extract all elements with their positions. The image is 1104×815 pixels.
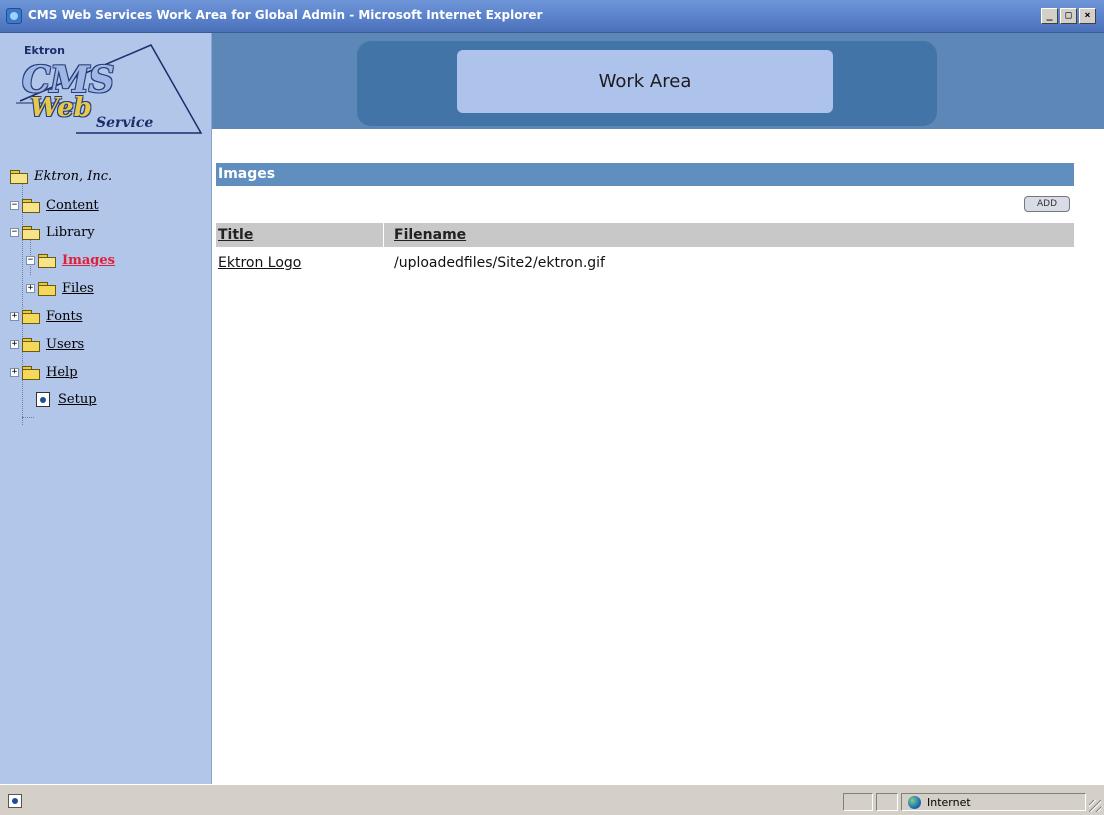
tree-item-images[interactable]: − Images xyxy=(26,251,115,269)
folder-open-icon xyxy=(10,169,28,184)
tree-item-fonts-link[interactable]: Fonts xyxy=(46,309,82,324)
tree-root-label: Ektron, Inc. xyxy=(34,168,113,184)
tree-item-content[interactable]: − Content xyxy=(10,196,99,214)
add-button[interactable]: ADD xyxy=(1024,196,1070,212)
tree-item-library[interactable]: − Library xyxy=(10,223,95,241)
status-bar: Internet xyxy=(0,784,1104,815)
tree-item-files[interactable]: + Files xyxy=(26,279,94,297)
collapse-icon[interactable]: − xyxy=(26,255,35,265)
folder-open-icon xyxy=(38,253,56,268)
tree-item-help-link[interactable]: Help xyxy=(46,365,78,380)
status-panel xyxy=(843,793,873,811)
tree-item-library-label: Library xyxy=(46,224,95,240)
page-status-icon xyxy=(8,794,22,808)
ie-icon[interactable] xyxy=(6,8,22,24)
collapse-icon[interactable]: − xyxy=(10,200,19,210)
window-controls: _ □ × xyxy=(1041,8,1096,24)
folder-open-icon xyxy=(22,198,40,213)
expand-icon[interactable]: + xyxy=(26,283,35,293)
left-nav-pane: Ektron CMS Web Service Ektron, Inc. − Co… xyxy=(0,33,212,784)
folder-icon xyxy=(22,309,40,324)
expand-icon[interactable]: + xyxy=(10,339,19,349)
tree-item-fonts[interactable]: + Fonts xyxy=(10,307,82,325)
window-title: CMS Web Services Work Area for Global Ad… xyxy=(28,8,543,22)
image-title-link[interactable]: Ektron Logo xyxy=(216,255,386,275)
tree-item-help[interactable]: + Help xyxy=(10,363,78,381)
tree-item-setup-link[interactable]: Setup xyxy=(58,392,97,407)
logo-service-text: Service xyxy=(96,115,154,131)
table-header: Title Filename xyxy=(216,223,1074,247)
logo-web-text: Web xyxy=(30,93,92,123)
globe-icon xyxy=(908,795,921,809)
table-row: Ektron Logo /uploadedfiles/Site2/ektron.… xyxy=(216,255,1074,275)
status-panel xyxy=(876,793,898,811)
column-header-filename[interactable]: Filename xyxy=(384,223,466,247)
folder-open-icon xyxy=(22,225,40,240)
minimize-button[interactable]: _ xyxy=(1041,8,1058,24)
tree-item-users[interactable]: + Users xyxy=(10,335,84,353)
column-header-title[interactable]: Title xyxy=(216,223,384,247)
resize-grip-icon[interactable] xyxy=(1089,800,1101,812)
tree-item-setup[interactable]: Setup xyxy=(36,390,97,408)
expand-icon[interactable]: + xyxy=(10,367,19,377)
cms-web-service-logo: Ektron CMS Web Service xyxy=(16,41,206,135)
folder-icon xyxy=(22,337,40,352)
section-title: Images xyxy=(216,163,1074,186)
page-title: Work Area xyxy=(457,50,833,113)
collapse-icon[interactable]: − xyxy=(10,227,19,237)
expand-icon[interactable]: + xyxy=(10,311,19,321)
tree-item-content-link[interactable]: Content xyxy=(46,198,99,213)
tree-item-users-link[interactable]: Users xyxy=(46,337,84,352)
maximize-button[interactable]: □ xyxy=(1060,8,1077,24)
tree-connector xyxy=(22,417,34,418)
window-title-bar: CMS Web Services Work Area for Global Ad… xyxy=(0,0,1104,33)
folder-icon xyxy=(38,281,56,296)
main-content: Images ADD Title Filename Ektron Logo /u… xyxy=(212,129,1104,784)
logo-ektron-text: Ektron xyxy=(24,44,65,57)
folder-icon xyxy=(22,365,40,380)
tree-connector xyxy=(22,177,23,425)
security-zone-label: Internet xyxy=(927,795,971,809)
image-filename: /uploadedfiles/Site2/ektron.gif xyxy=(394,255,605,271)
tree-item-images-link[interactable]: Images xyxy=(62,253,115,268)
header-banner: Work Area xyxy=(212,33,1104,129)
tree-root[interactable]: Ektron, Inc. xyxy=(10,167,112,185)
close-button[interactable]: × xyxy=(1079,8,1096,24)
setup-page-icon xyxy=(36,391,50,407)
tree-item-files-link[interactable]: Files xyxy=(62,281,94,296)
security-zone-panel: Internet xyxy=(901,793,1086,811)
